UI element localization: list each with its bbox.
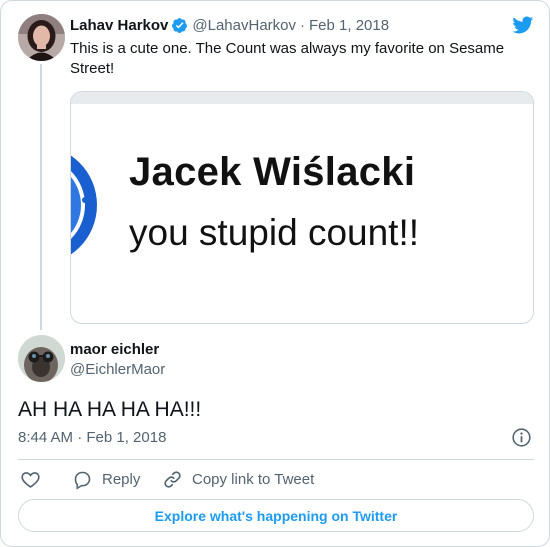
reply-handle[interactable]: @EichlerMaor	[70, 361, 165, 378]
tweet-media-image[interactable]: Jacek Wiślacki you stupid count!!	[70, 91, 534, 324]
reply-tweet-text: AH HA HA HA HA!!!	[18, 398, 202, 421]
parent-handle[interactable]: @LahavHarkov	[192, 17, 296, 34]
media-top-bar	[71, 92, 533, 104]
parent-tweet-text: This is a cute one. The Count was always…	[70, 40, 505, 77]
twitter-bird-icon[interactable]	[510, 14, 535, 36]
round-badge-logo-icon	[71, 155, 97, 255]
copy-link-button[interactable]: Copy link to Tweet	[162, 467, 314, 491]
copy-link-label: Copy link to Tweet	[192, 470, 315, 488]
header-separator: ·	[300, 17, 305, 34]
reply-button[interactable]: Reply	[72, 467, 140, 491]
info-icon[interactable]	[511, 427, 532, 448]
like-button[interactable]	[20, 467, 41, 491]
reply-display-name[interactable]: maor eichler	[70, 341, 159, 358]
parent-date[interactable]: Feb 1, 2018	[309, 17, 389, 34]
embedded-tweet-card: Lahav Harkov @LahavHarkov · Feb 1, 2018 …	[0, 0, 550, 547]
verified-badge-icon	[172, 18, 188, 33]
media-text-line-2: you stupid count!!	[129, 212, 420, 253]
reply-timestamp[interactable]: 8:44 AM · Feb 1, 2018	[18, 429, 166, 446]
parent-tweet-header: Lahav Harkov @LahavHarkov · Feb 1, 2018	[70, 17, 389, 34]
explore-twitter-button[interactable]: Explore what's happening on Twitter	[18, 499, 534, 532]
parent-display-name[interactable]: Lahav Harkov	[70, 17, 168, 34]
reply-label: Reply	[102, 470, 141, 488]
link-icon	[164, 470, 181, 488]
parent-avatar[interactable]	[18, 14, 65, 61]
actions-divider	[18, 459, 534, 460]
heart-icon	[21, 471, 40, 488]
reply-bubble-icon	[74, 471, 91, 490]
thread-connector-line	[40, 64, 42, 330]
media-text-line-1: Jacek Wiślacki	[129, 150, 416, 194]
reply-avatar[interactable]	[18, 335, 65, 382]
